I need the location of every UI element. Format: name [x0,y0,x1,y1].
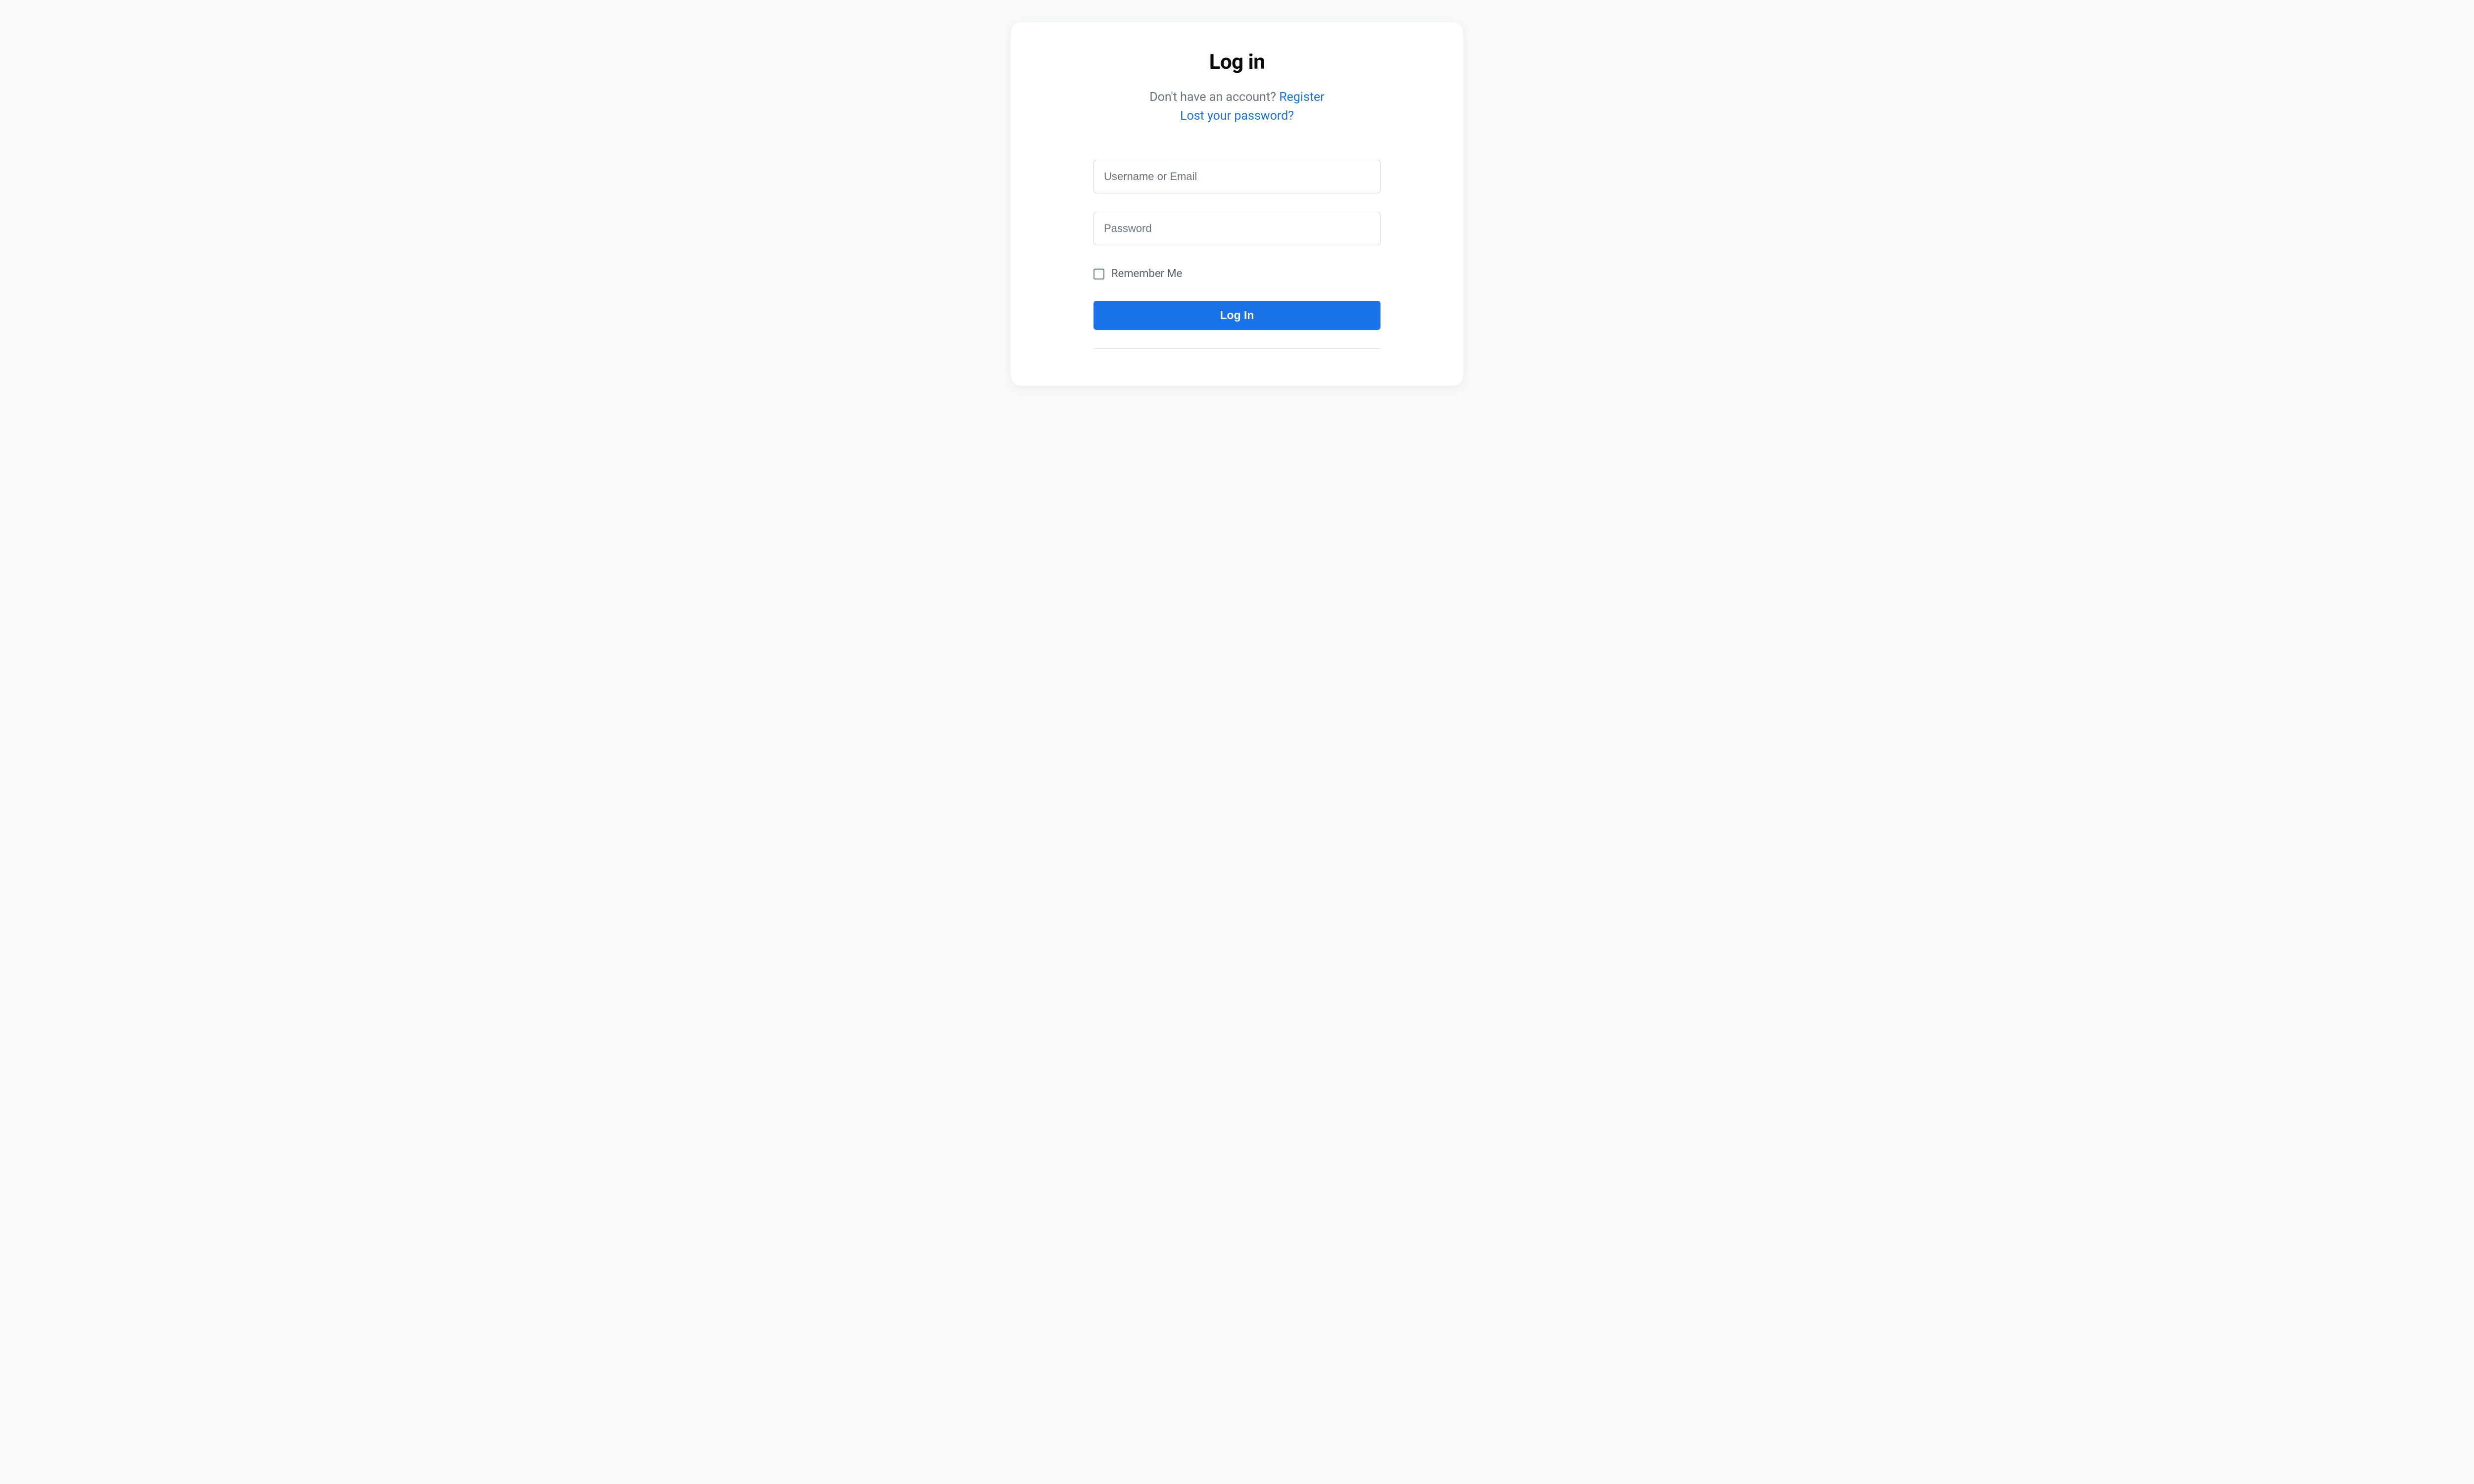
remember-me-row: Remember Me [1094,268,1380,280]
login-header: Log in Don't have an account? Register L… [1041,50,1433,125]
register-link[interactable]: Register [1279,90,1325,104]
login-form: Remember Me Log In [1094,160,1380,349]
form-divider [1094,348,1380,349]
lost-password-link[interactable]: Lost your password? [1180,109,1294,123]
login-card: Log in Don't have an account? Register L… [1011,22,1463,386]
remember-me-checkbox[interactable] [1094,269,1104,279]
register-prompt-text: Don't have an account? [1149,90,1279,104]
lost-password-line: Lost your password? [1041,107,1433,126]
header-links: Don't have an account? Register Lost you… [1041,88,1433,125]
login-title: Log in [1041,50,1433,74]
password-input[interactable] [1094,212,1380,245]
remember-me-label[interactable]: Remember Me [1111,268,1182,280]
username-input[interactable] [1094,160,1380,193]
register-prompt-line: Don't have an account? Register [1041,88,1433,107]
login-button[interactable]: Log In [1094,301,1380,330]
